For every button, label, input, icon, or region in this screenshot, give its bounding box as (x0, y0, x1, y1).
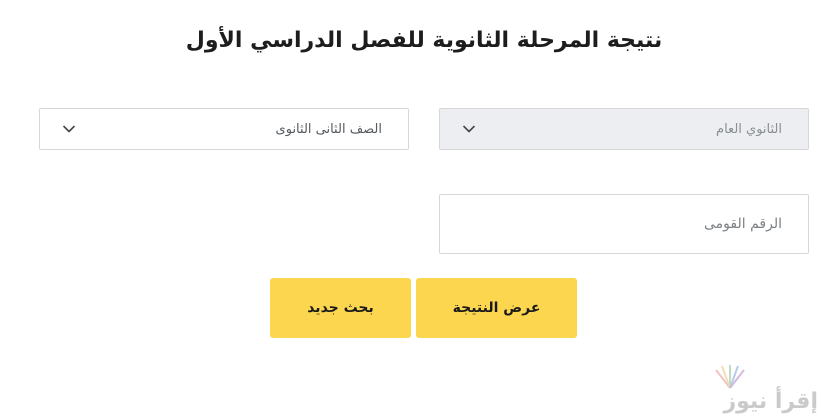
watermark-text: إقرأ نيوز (723, 389, 818, 414)
result-form-page: نتيجة المرحلة الثانوية للفصل الدراسي الأ… (0, 0, 828, 420)
chevron-down-icon (463, 125, 475, 133)
site-logo-watermark: إقرأ نيوز (708, 364, 818, 414)
book-fan-icon (715, 365, 745, 389)
track-select-value: الثانوي العام (716, 121, 782, 137)
new-search-button[interactable]: بحث جديد (270, 278, 411, 338)
national-id-input[interactable] (439, 194, 809, 254)
chevron-down-icon (63, 125, 75, 133)
page-title: نتيجة المرحلة الثانوية للفصل الدراسي الأ… (185, 28, 663, 53)
grade-select[interactable]: الصف الثانى الثانوى (39, 108, 409, 150)
track-select[interactable]: الثانوي العام (439, 108, 809, 150)
show-result-button[interactable]: عرض النتيجة (416, 278, 577, 338)
grade-select-value: الصف الثانى الثانوى (275, 121, 382, 137)
